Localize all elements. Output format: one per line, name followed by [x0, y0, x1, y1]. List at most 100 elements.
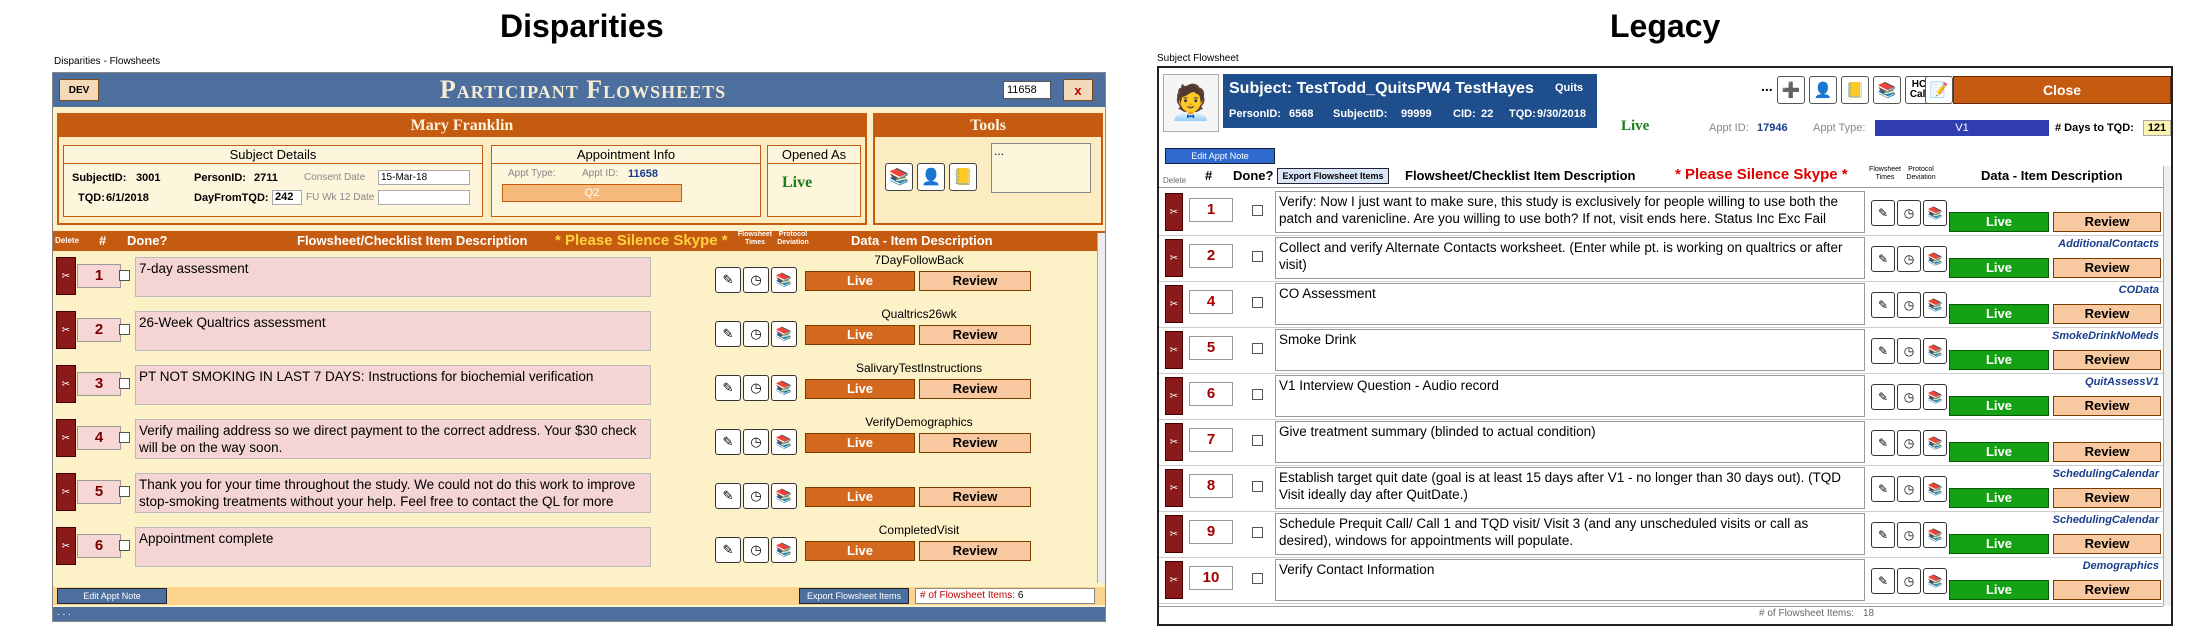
delete-row-icon[interactable]: ✂: [56, 365, 76, 403]
books-icon[interactable]: 📚: [771, 483, 797, 509]
clock-icon[interactable]: ◷: [743, 321, 769, 347]
books-icon[interactable]: 📚: [1923, 292, 1947, 318]
pen-icon[interactable]: ✎: [1871, 430, 1895, 456]
live-button[interactable]: Live: [805, 271, 915, 291]
pen-icon[interactable]: ✎: [1871, 384, 1895, 410]
clock-icon[interactable]: ◷: [1897, 338, 1921, 364]
review-button[interactable]: Review: [919, 433, 1031, 453]
delete-row-icon[interactable]: ✂: [56, 419, 76, 457]
clock-icon[interactable]: ◷: [743, 429, 769, 455]
books-icon[interactable]: 📚: [1923, 200, 1947, 226]
add-icon[interactable]: ➕: [1777, 76, 1805, 104]
pen-icon[interactable]: ✎: [1871, 338, 1895, 364]
done-checkbox[interactable]: [119, 378, 130, 389]
export-flowsheet-items-button[interactable]: Export Flowsheet Items: [799, 588, 909, 604]
review-button[interactable]: Review: [2053, 304, 2161, 324]
live-button[interactable]: Live: [1949, 534, 2049, 554]
dev-button[interactable]: DEV: [59, 79, 99, 101]
review-button[interactable]: Review: [919, 487, 1031, 507]
notes-icon[interactable]: 📒: [1841, 76, 1869, 104]
clock-icon[interactable]: ◷: [1897, 568, 1921, 594]
live-button[interactable]: Live: [1949, 212, 2049, 232]
books-icon[interactable]: 📚: [771, 375, 797, 401]
done-checkbox[interactable]: [1252, 435, 1263, 446]
pen-icon[interactable]: ✎: [1871, 476, 1895, 502]
done-checkbox[interactable]: [119, 486, 130, 497]
delete-row-icon[interactable]: ✂: [56, 473, 76, 511]
dayfrom-field[interactable]: 242: [272, 190, 302, 205]
delete-row-icon[interactable]: ✂: [1165, 515, 1183, 553]
appt-id-field[interactable]: 11658: [1003, 81, 1051, 99]
fu-date-field[interactable]: [378, 190, 470, 205]
done-checkbox[interactable]: [119, 540, 130, 551]
pen-icon[interactable]: ✎: [1871, 568, 1895, 594]
review-button[interactable]: Review: [2053, 488, 2161, 508]
live-button[interactable]: Live: [1949, 396, 2049, 416]
edit-appt-note-button[interactable]: Edit Appt Note: [57, 588, 167, 604]
close-button[interactable]: x: [1063, 79, 1093, 101]
clock-icon[interactable]: ◷: [1897, 522, 1921, 548]
delete-row-icon[interactable]: ✂: [1165, 285, 1183, 323]
books-icon[interactable]: 📚: [771, 267, 797, 293]
delete-row-icon[interactable]: ✂: [56, 257, 76, 295]
delete-row-icon[interactable]: ✂: [1165, 561, 1183, 599]
person-icon[interactable]: 👤: [1809, 76, 1837, 104]
pen-icon[interactable]: ✎: [1871, 522, 1895, 548]
delete-row-icon[interactable]: ✂: [56, 311, 76, 349]
pen-icon[interactable]: ✎: [715, 537, 741, 563]
close-button[interactable]: Close: [1953, 76, 2171, 104]
books-icon[interactable]: 📚: [1923, 338, 1947, 364]
review-button[interactable]: Review: [2053, 442, 2161, 462]
review-button[interactable]: Review: [919, 271, 1031, 291]
done-checkbox[interactable]: [119, 432, 130, 443]
live-button[interactable]: Live: [1949, 442, 2049, 462]
clock-icon[interactable]: ◷: [1897, 384, 1921, 410]
right-scrollbar[interactable]: [2163, 166, 2171, 606]
done-checkbox[interactable]: [1252, 527, 1263, 538]
delete-row-icon[interactable]: ✂: [1165, 377, 1183, 415]
done-checkbox[interactable]: [1252, 481, 1263, 492]
clock-icon[interactable]: ◷: [1897, 246, 1921, 272]
done-checkbox[interactable]: [1252, 297, 1263, 308]
live-button[interactable]: Live: [1949, 488, 2049, 508]
edit-appt-note-button[interactable]: Edit Appt Note: [1165, 148, 1275, 164]
delete-row-icon[interactable]: ✂: [1165, 469, 1183, 507]
pen-icon[interactable]: ✎: [1871, 200, 1895, 226]
clock-icon[interactable]: ◷: [743, 267, 769, 293]
books-icon[interactable]: 📚: [1923, 476, 1947, 502]
more-tools[interactable]: ...: [1761, 78, 1773, 94]
checklist-icon[interactable]: 📝: [1925, 76, 1953, 104]
live-button[interactable]: Live: [805, 325, 915, 345]
review-button[interactable]: Review: [2053, 212, 2161, 232]
review-button[interactable]: Review: [2053, 396, 2161, 416]
pen-icon[interactable]: ✎: [715, 321, 741, 347]
live-button[interactable]: Live: [805, 433, 915, 453]
live-button[interactable]: Live: [1949, 580, 2049, 600]
delete-row-icon[interactable]: ✂: [1165, 193, 1183, 231]
books-icon[interactable]: 📚: [1923, 384, 1947, 410]
review-button[interactable]: Review: [2053, 350, 2161, 370]
books-icon[interactable]: 📚: [1923, 246, 1947, 272]
left-scrollbar[interactable]: [1097, 233, 1105, 583]
pen-icon[interactable]: ✎: [1871, 246, 1895, 272]
export-flowsheet-items-button[interactable]: Export Flowsheet Items: [1277, 168, 1389, 184]
clock-icon[interactable]: ◷: [743, 537, 769, 563]
person-icon[interactable]: 👤: [917, 163, 945, 191]
done-checkbox[interactable]: [1252, 573, 1263, 584]
live-button[interactable]: Live: [805, 541, 915, 561]
review-button[interactable]: Review: [2053, 258, 2161, 278]
delete-row-icon[interactable]: ✂: [56, 527, 76, 565]
done-checkbox[interactable]: [119, 324, 130, 335]
pen-icon[interactable]: ✎: [715, 429, 741, 455]
delete-row-icon[interactable]: ✂: [1165, 331, 1183, 369]
done-checkbox[interactable]: [119, 270, 130, 281]
tools-more[interactable]: ...: [991, 143, 1091, 193]
clock-icon[interactable]: ◷: [1897, 430, 1921, 456]
consent-date-field[interactable]: 15-Mar-18: [378, 170, 470, 185]
live-button[interactable]: Live: [805, 487, 915, 507]
review-button[interactable]: Review: [2053, 534, 2161, 554]
pen-icon[interactable]: ✎: [1871, 292, 1895, 318]
done-checkbox[interactable]: [1252, 343, 1263, 354]
appt-type-field[interactable]: V1: [1875, 120, 2049, 136]
done-checkbox[interactable]: [1252, 389, 1263, 400]
